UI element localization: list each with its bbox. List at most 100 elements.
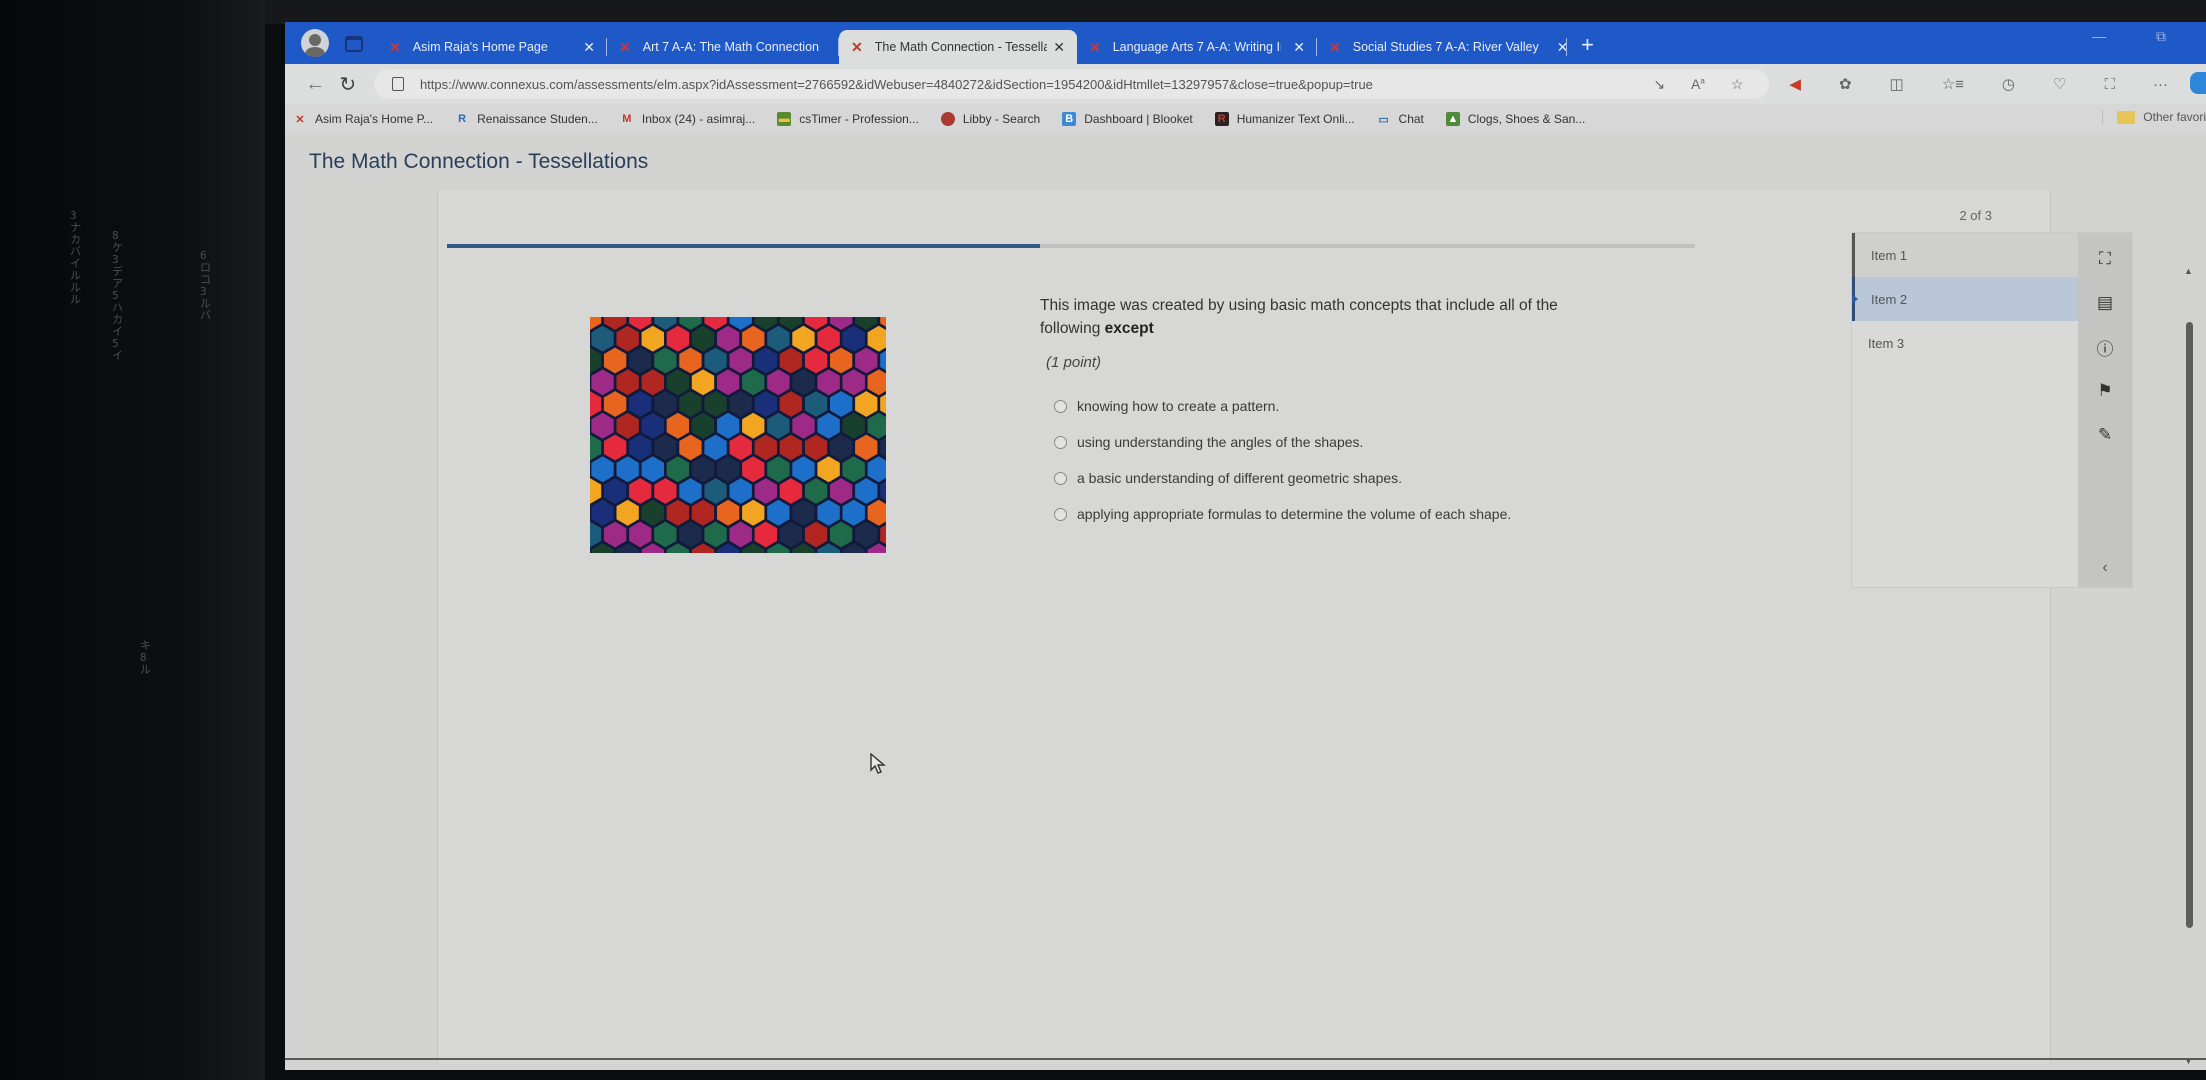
bookmark-libby[interactable]: Libby - Search bbox=[940, 112, 1041, 126]
scroll-up-arrow-icon[interactable]: ▲ bbox=[2184, 266, 2193, 276]
choice-label: a basic understanding of different geome… bbox=[1077, 470, 1403, 486]
tessellation-image bbox=[590, 317, 886, 553]
flag-icon[interactable]: ⚑ bbox=[2091, 373, 2119, 409]
split-screen-icon[interactable]: ◫ bbox=[1890, 75, 1904, 93]
new-tab-button[interactable]: + bbox=[1581, 32, 1594, 58]
renaissance-r-icon: R bbox=[458, 113, 467, 125]
more-menu-icon[interactable]: ··· bbox=[2153, 76, 2168, 93]
bookmark-home-page[interactable]: ✕ Asim Raja's Home P... bbox=[293, 112, 433, 126]
text-size-icon[interactable]: Aa bbox=[1691, 76, 1705, 92]
browser-essentials-icon[interactable]: ♡ bbox=[2053, 75, 2066, 93]
hexagon-tile bbox=[654, 478, 677, 504]
hexagon-tile bbox=[830, 521, 853, 548]
extension-megaphone-icon[interactable]: ◀ bbox=[1789, 75, 1801, 93]
scrollbar-thumb[interactable] bbox=[2186, 322, 2193, 928]
hexagon-tile bbox=[754, 317, 777, 330]
tab-social-studies[interactable]: ✕ Social Studies 7 A-A: River Valley ✕ bbox=[1317, 30, 1569, 64]
hexagon-tile bbox=[779, 478, 803, 504]
radio-button[interactable] bbox=[1054, 471, 1067, 485]
extensions-icon[interactable]: ✿ bbox=[1839, 75, 1852, 93]
copilot-icon[interactable] bbox=[2190, 72, 2206, 94]
bookmark-humanizer[interactable]: R Humanizer Text Onli... bbox=[1214, 112, 1355, 126]
url-text[interactable]: https://www.connexus.com/assessments/elm… bbox=[420, 77, 1653, 92]
page-title: The Math Connection - Tessellations bbox=[309, 150, 649, 173]
other-favorites[interactable]: Other favori bbox=[2102, 110, 2206, 124]
hexagon-tile bbox=[704, 521, 727, 548]
hexagon-tile bbox=[679, 434, 702, 461]
hexagon-tile bbox=[742, 543, 765, 553]
bookmark-cstimer[interactable]: ▬ csTimer - Profession... bbox=[777, 112, 919, 126]
address-bar[interactable]: https://www.connexus.com/assessments/elm… bbox=[373, 69, 1770, 99]
toolbar-icons: ◀ ✿ ◫ ☆≡ ◷ ♡ ⛶ ··· bbox=[1789, 75, 2206, 94]
question-counter: 2 of 3 bbox=[1959, 208, 1992, 223]
tab-home-page[interactable]: ✕ Asim Raja's Home Page ✕ bbox=[377, 30, 607, 64]
hexagon-tile bbox=[742, 499, 765, 526]
item-1[interactable]: Item 1 bbox=[1852, 233, 2080, 277]
close-tab-icon[interactable]: ✕ bbox=[1047, 39, 1065, 56]
tab-actions-icon[interactable] bbox=[345, 36, 363, 52]
highlighter-icon[interactable]: ✎ bbox=[2091, 417, 2119, 453]
item-2[interactable]: Item 2 bbox=[1852, 277, 2080, 321]
bookmark-clogs[interactable]: ▲ Clogs, Shoes & San... bbox=[1445, 112, 1585, 126]
bookmark-chat[interactable]: ▭ Chat bbox=[1377, 112, 1424, 126]
hexagon-tile bbox=[717, 325, 740, 352]
radio-button[interactable] bbox=[1054, 507, 1067, 521]
minimize-icon[interactable]: — bbox=[2092, 28, 2106, 44]
item-label: Item 3 bbox=[1868, 335, 1905, 351]
close-tab-icon[interactable]: ✕ bbox=[1287, 39, 1305, 56]
matrix-rain-text: 3ナカバイルルル bbox=[70, 209, 81, 306]
hexagon-tile bbox=[666, 369, 690, 396]
read-aloud-icon[interactable]: ↘ bbox=[1653, 76, 1665, 93]
tab-language-arts[interactable]: ✕ Language Arts 7 A-A: Writing Inf­ ✕ bbox=[1077, 30, 1317, 64]
radio-button[interactable] bbox=[1054, 435, 1067, 449]
hexagon-tile bbox=[817, 412, 840, 439]
hexagon-tile bbox=[742, 412, 765, 439]
restore-icon[interactable]: ⧉ bbox=[2156, 28, 2166, 44]
hexagon-tile bbox=[691, 325, 715, 352]
lock-icon[interactable] bbox=[391, 77, 404, 91]
close-tab-icon[interactable]: ✕ bbox=[1539, 39, 1569, 56]
tab-art-math-connection[interactable]: ✕ Art 7 A-A: The Math Connection ✕ bbox=[607, 30, 849, 64]
hexagon-tile bbox=[792, 499, 815, 526]
bookmark-blooket[interactable]: B Dashboard | Blooket bbox=[1062, 112, 1193, 126]
profile-avatar-icon[interactable] bbox=[301, 29, 329, 57]
favorites-list-icon[interactable]: ☆≡ bbox=[1942, 75, 1964, 93]
hexagon-tile bbox=[880, 350, 886, 371]
hexagon-tile bbox=[880, 524, 886, 545]
hexagon-tile bbox=[792, 456, 815, 483]
hexagon-tile bbox=[590, 478, 602, 504]
favorite-star-icon[interactable]: ☆ bbox=[1731, 76, 1744, 93]
answer-choice-a[interactable]: knowing how to create a pattern. bbox=[1054, 388, 1511, 424]
vertical-scrollbar[interactable]: ▲ ▼ bbox=[2184, 266, 2194, 1066]
hexagon-tile bbox=[590, 347, 602, 374]
refresh-icon[interactable]: ↻ bbox=[331, 72, 363, 97]
hexagon-tile bbox=[666, 412, 690, 439]
choice-label: knowing how to create a pattern. bbox=[1077, 398, 1280, 414]
bookmark-label: Libby - Search bbox=[962, 112, 1041, 126]
bookmark-renaissance[interactable]: R Renaissance Studen... bbox=[455, 112, 598, 126]
progress-bar bbox=[447, 244, 1695, 248]
bookmark-gmail[interactable]: M Inbox (24) - asimraj... bbox=[620, 112, 755, 126]
collapse-chevron-icon[interactable]: ‹ bbox=[2102, 559, 2107, 577]
history-icon[interactable]: ◷ bbox=[2002, 75, 2015, 93]
answer-choice-b[interactable]: using understanding the angles of the sh… bbox=[1054, 424, 1511, 460]
expand-icon[interactable]: ⛶ bbox=[2091, 241, 2119, 277]
tab-tessellations[interactable]: ✕ The Math Connection - Tessellatic ✕ bbox=[839, 30, 1077, 64]
screenshot-icon[interactable]: ⛶ bbox=[2104, 76, 2115, 93]
hexagon-tile bbox=[767, 369, 790, 396]
back-arrow-icon[interactable]: ← bbox=[299, 73, 331, 96]
hexagon-tile bbox=[616, 499, 639, 526]
blooket-icon: B bbox=[1062, 112, 1077, 126]
bookmark-label: Renaissance Studen... bbox=[477, 112, 598, 126]
hexagon-tile bbox=[704, 347, 727, 374]
hexagon-tile bbox=[729, 434, 752, 461]
close-tab-icon[interactable]: ✕ bbox=[565, 39, 595, 56]
accessibility-icon[interactable]: ⓘ bbox=[2091, 329, 2119, 365]
answer-choice-c[interactable]: a basic understanding of different geome… bbox=[1054, 460, 1511, 496]
radio-button[interactable] bbox=[1054, 399, 1067, 413]
reference-sheet-icon[interactable]: ▤ bbox=[2091, 285, 2119, 321]
progress-fill bbox=[447, 244, 1040, 248]
item-3[interactable]: Item 3 bbox=[1852, 321, 2080, 365]
hexagon-tile bbox=[591, 543, 614, 553]
answer-choice-d[interactable]: applying appropriate formulas to determi… bbox=[1054, 496, 1511, 532]
